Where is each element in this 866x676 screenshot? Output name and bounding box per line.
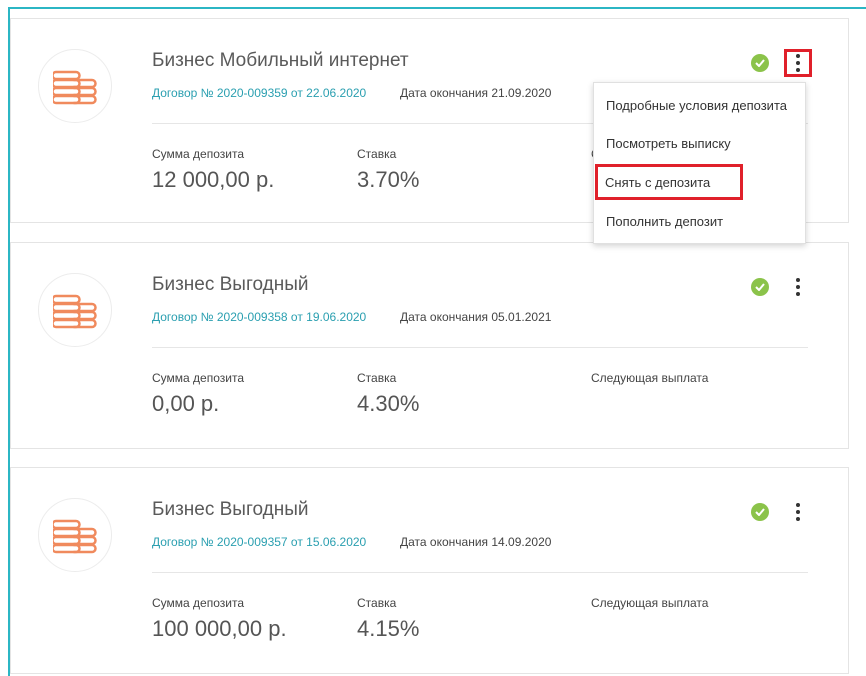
rate-label: Ставка [357, 147, 397, 161]
check-circle-icon [751, 503, 769, 521]
rate-value: 3.70% [357, 167, 420, 192]
coins-icon [38, 49, 112, 123]
deposit-sum-label: Сумма депозита [152, 371, 244, 385]
deposit-card: Бизнес Выгодный Договор № 2020-009357 от… [10, 467, 849, 674]
deposit-title: Бизнес Выгодный [152, 274, 309, 295]
menu-item-withdraw[interactable]: Снять с депозита [595, 164, 743, 200]
next-payment-label: Следующая выплата [591, 596, 709, 610]
menu-item-deposit-terms[interactable]: Подробные условия депозита [594, 87, 805, 123]
rate-label: Ставка [357, 371, 397, 385]
divider [152, 347, 808, 348]
coins-icon [38, 498, 112, 572]
contract-link[interactable]: Договор № 2020-009357 от 15.06.2020 [152, 535, 366, 549]
more-vertical-icon[interactable] [787, 276, 809, 298]
more-vertical-icon[interactable] [787, 501, 809, 523]
deposit-sum-value: 0,00 р. [152, 391, 220, 416]
deposit-sum-label: Сумма депозита [152, 147, 244, 161]
deposit-sum-value: 12 000,00 р. [152, 167, 275, 192]
deposit-title: Бизнес Выгодный [152, 499, 309, 520]
end-date: Дата окончания 14.09.2020 [400, 535, 552, 549]
frame-top-border [8, 7, 866, 9]
deposit-card: Бизнес Выгодный Договор № 2020-009358 от… [10, 242, 849, 449]
contract-link[interactable]: Договор № 2020-009358 от 19.06.2020 [152, 310, 366, 324]
deposit-sum-value: 100 000,00 р. [152, 616, 287, 641]
check-circle-icon [751, 278, 769, 296]
check-circle-icon [751, 54, 769, 72]
menu-item-top-up[interactable]: Пополнить депозит [594, 203, 805, 239]
divider [152, 572, 808, 573]
deposit-actions-menu: Подробные условия депозита Посмотреть вы… [593, 82, 806, 244]
deposit-title: Бизнес Мобильный интернет [152, 50, 409, 71]
coins-icon [38, 273, 112, 347]
menu-item-view-statement[interactable]: Посмотреть выписку [594, 125, 805, 161]
rate-label: Ставка [357, 596, 397, 610]
rate-value: 4.30% [357, 391, 420, 416]
end-date: Дата окончания 05.01.2021 [400, 310, 552, 324]
deposit-sum-label: Сумма депозита [152, 596, 244, 610]
more-vertical-icon[interactable] [784, 49, 812, 77]
contract-link[interactable]: Договор № 2020-009359 от 22.06.2020 [152, 86, 366, 100]
rate-value: 4.15% [357, 616, 420, 641]
end-date: Дата окончания 21.09.2020 [400, 86, 552, 100]
next-payment-label: Следующая выплата [591, 371, 709, 385]
